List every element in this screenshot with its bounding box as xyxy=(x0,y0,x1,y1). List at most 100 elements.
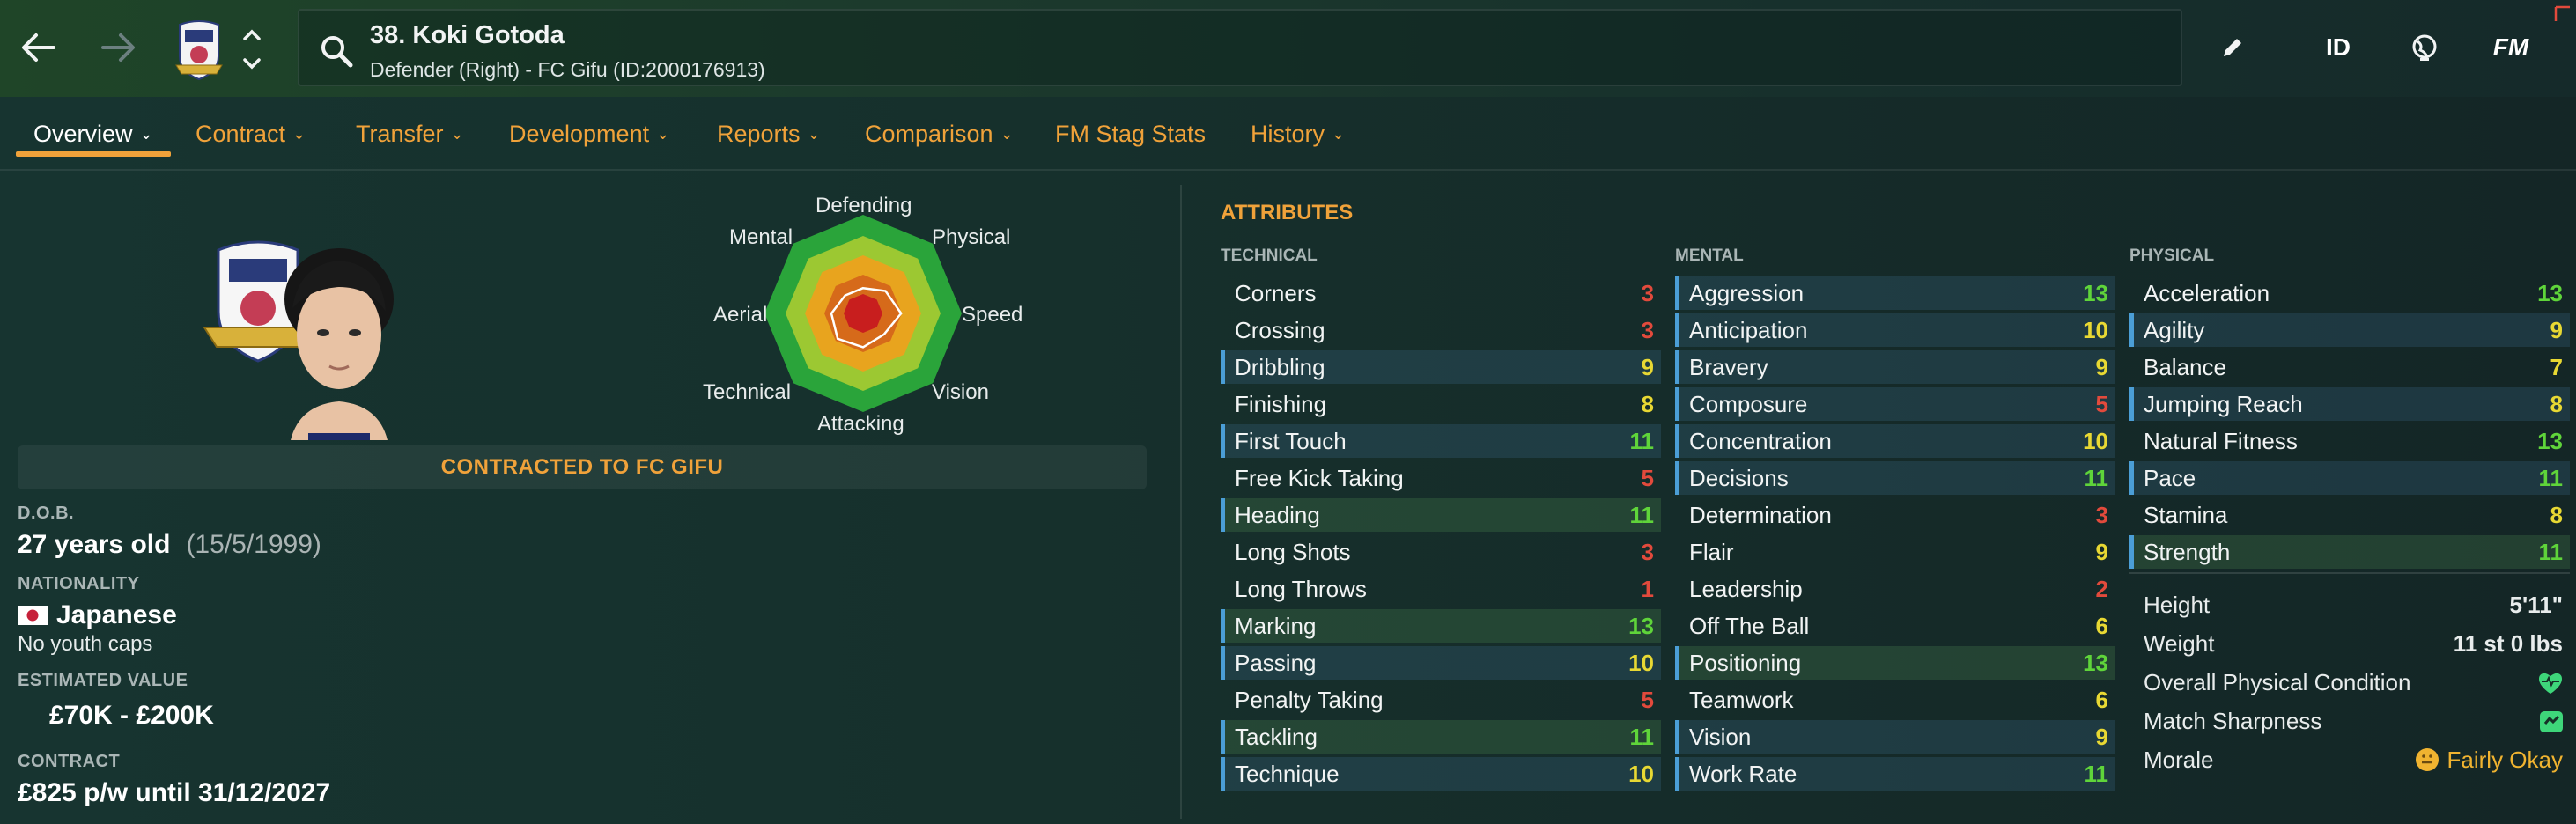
contract-status-banner: CONTRACTED TO FC GIFU xyxy=(18,445,1147,489)
attribute-row-long-shots[interactable]: Long Shots 3 xyxy=(1221,535,1661,569)
attribute-name: Crossing xyxy=(1235,316,1325,343)
height-label: Height xyxy=(2144,591,2211,618)
attribute-name: Anticipation xyxy=(1689,316,1808,343)
morale-row: Morale Fairly Okay xyxy=(2129,742,2570,777)
attribute-row-leadership[interactable]: Leadership 2 xyxy=(1675,572,2115,606)
tab-transfer[interactable]: Transfer ⌄ xyxy=(356,116,464,151)
attribute-row-aggression[interactable]: Aggression 13 xyxy=(1675,276,2115,310)
attribute-value: 10 xyxy=(2083,427,2108,454)
attribute-row-long-throws[interactable]: Long Throws 1 xyxy=(1221,572,1661,606)
search-icon xyxy=(321,36,353,68)
attribute-value: 7 xyxy=(2550,353,2563,380)
nationality-value[interactable]: Japanese xyxy=(18,600,177,630)
forward-button[interactable] xyxy=(92,16,144,79)
sharpness-label: Match Sharpness xyxy=(2144,707,2322,734)
attribute-row-composure[interactable]: Composure 5 xyxy=(1675,387,2115,421)
weight-value: 11 st 0 lbs xyxy=(2453,629,2563,657)
estimated-value: £70K - £200K xyxy=(49,701,214,730)
attribute-row-anticipation[interactable]: Anticipation 10 xyxy=(1675,313,2115,347)
attribute-row-stamina[interactable]: Stamina 8 xyxy=(2129,498,2570,532)
fm-menu-button[interactable]: FM xyxy=(2484,23,2538,72)
radar-label-technical: Technical xyxy=(703,380,792,404)
attribute-row-marking[interactable]: Marking 13 xyxy=(1221,609,1661,643)
attribute-value: 11 xyxy=(2084,464,2109,491)
attribute-row-tackling[interactable]: Tackling 11 xyxy=(1221,720,1661,754)
attribute-value: 11 xyxy=(1629,427,1655,454)
attribute-row-free-kick-taking[interactable]: Free Kick Taking 5 xyxy=(1221,461,1661,495)
attribute-value: 13 xyxy=(1628,612,1654,639)
attribute-row-natural-fitness[interactable]: Natural Fitness 13 xyxy=(2129,424,2570,458)
tab-fm-stag-stats[interactable]: FM Stag Stats xyxy=(1055,116,1206,151)
attribute-row-pace[interactable]: Pace 11 xyxy=(2129,461,2570,495)
attribute-name: Technique xyxy=(1235,760,1340,787)
tab-development[interactable]: Development ⌄ xyxy=(509,116,669,151)
edit-button[interactable] xyxy=(2212,23,2253,72)
attribute-row-balance[interactable]: Balance 7 xyxy=(2129,350,2570,384)
attribute-value: 10 xyxy=(1628,760,1654,787)
mental-header: MENTAL xyxy=(1675,246,1744,265)
attribute-row-jumping-reach[interactable]: Jumping Reach 8 xyxy=(2129,387,2570,421)
attribute-row-acceleration[interactable]: Acceleration 13 xyxy=(2129,276,2570,310)
attribute-row-flair[interactable]: Flair 9 xyxy=(1675,535,2115,569)
physical-divider xyxy=(2129,572,2570,574)
attribute-row-decisions[interactable]: Decisions 11 xyxy=(1675,461,2115,495)
player-profile-screen: 38. Koki Gotoda Defender (Right) - FC Gi… xyxy=(0,0,2576,824)
globe-button[interactable] xyxy=(2403,23,2447,72)
attribute-row-penalty-taking[interactable]: Penalty Taking 5 xyxy=(1221,683,1661,717)
attribute-name: Jumping Reach xyxy=(2144,390,2303,417)
attribute-value: 9 xyxy=(2095,723,2108,750)
attribute-row-work-rate[interactable]: Work Rate 11 xyxy=(1675,757,2115,791)
player-search-bar[interactable]: 38. Koki Gotoda Defender (Right) - FC Gi… xyxy=(298,9,2182,86)
tab-comparison[interactable]: Comparison ⌄ xyxy=(865,116,1014,151)
estimated-value-label: ESTIMATED VALUE xyxy=(18,671,188,690)
pencil-icon xyxy=(2224,39,2241,56)
attribute-row-heading[interactable]: Heading 11 xyxy=(1221,498,1661,532)
attribute-name: Balance xyxy=(2144,353,2226,380)
attribute-row-off-the-ball[interactable]: Off The Ball 6 xyxy=(1675,609,2115,643)
tab-contract[interactable]: Contract ⌄ xyxy=(196,116,306,151)
tab-label: Comparison xyxy=(865,120,993,147)
attribute-row-concentration[interactable]: Concentration 10 xyxy=(1675,424,2115,458)
player-switch-arrows[interactable] xyxy=(238,25,266,74)
attribute-value: 6 xyxy=(2095,686,2108,713)
attribute-name: Heading xyxy=(1235,501,1320,528)
attribute-row-determination[interactable]: Determination 3 xyxy=(1675,498,2115,532)
attribute-value: 13 xyxy=(2537,279,2563,306)
tab-overview[interactable]: Overview ⌄ xyxy=(33,116,153,151)
attribute-row-teamwork[interactable]: Teamwork 6 xyxy=(1675,683,2115,717)
attribute-row-crossing[interactable]: Crossing 3 xyxy=(1221,313,1661,347)
morale-value: Fairly Okay xyxy=(2447,746,2563,773)
tab-label: Reports xyxy=(717,120,801,147)
attribute-row-positioning[interactable]: Positioning 13 xyxy=(1675,646,2115,680)
radar-ring-core xyxy=(844,294,882,333)
age-value: 27 years old xyxy=(18,530,171,559)
attribute-name: Finishing xyxy=(1235,390,1327,417)
attribute-row-passing[interactable]: Passing 10 xyxy=(1221,646,1661,680)
back-button[interactable] xyxy=(12,16,65,79)
chevron-down-icon: ⌄ xyxy=(292,124,306,143)
attribute-name: Off The Ball xyxy=(1689,612,1810,639)
tab-reports[interactable]: Reports ⌄ xyxy=(717,116,821,151)
radar-label-aerial: Aerial xyxy=(713,303,768,327)
player-photo xyxy=(284,248,394,440)
attribute-row-technique[interactable]: Technique 10 xyxy=(1221,757,1661,791)
attribute-name: Strength xyxy=(2144,538,2231,565)
attribute-row-corners[interactable]: Corners 3 xyxy=(1221,276,1661,310)
tab-history[interactable]: History ⌄ xyxy=(1251,116,1345,151)
attribute-row-dribbling[interactable]: Dribbling 9 xyxy=(1221,350,1661,384)
attribute-row-finishing[interactable]: Finishing 8 xyxy=(1221,387,1661,421)
attribute-value: 5 xyxy=(1641,686,1654,713)
attribute-row-vision[interactable]: Vision 9 xyxy=(1675,720,2115,754)
attribute-name: Free Kick Taking xyxy=(1235,464,1404,491)
attribute-row-strength[interactable]: Strength 11 xyxy=(2129,535,2570,569)
attribute-row-agility[interactable]: Agility 9 xyxy=(2129,313,2570,347)
arrow-left-icon xyxy=(22,33,55,62)
attribute-row-bravery[interactable]: Bravery 9 xyxy=(1675,350,2115,384)
attribute-value: 11 xyxy=(2538,538,2564,565)
attribute-row-first-touch[interactable]: First Touch 11 xyxy=(1221,424,1661,458)
club-crest-icon[interactable] xyxy=(173,18,225,81)
chevron-down-icon: ⌄ xyxy=(807,124,821,143)
weight-row: Weight 11 st 0 lbs xyxy=(2129,626,2570,661)
id-button[interactable]: ID xyxy=(2316,23,2360,72)
tab-label: FM Stag Stats xyxy=(1055,120,1207,147)
